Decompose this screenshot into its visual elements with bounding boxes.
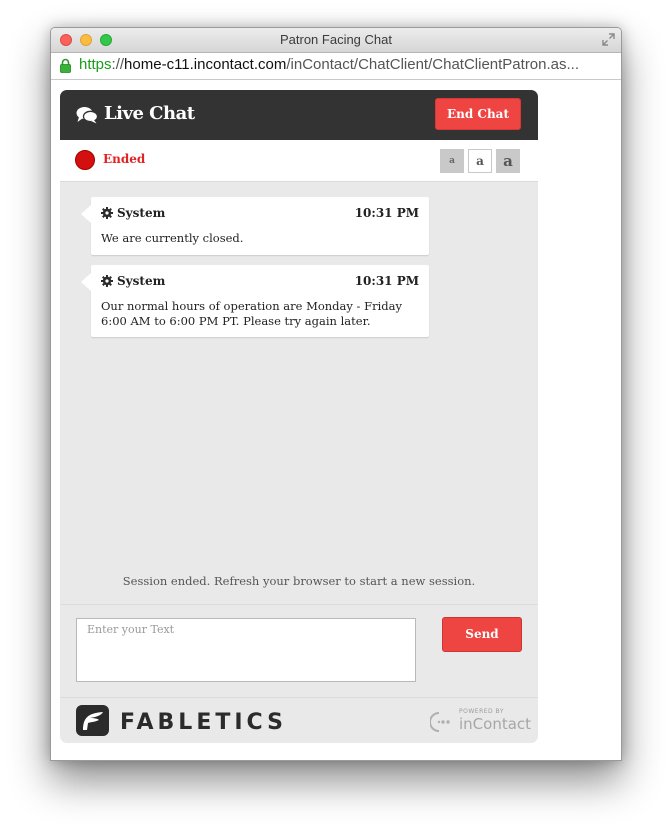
chat-header: Live Chat End Chat	[60, 90, 538, 140]
url-separator: ://	[111, 56, 125, 73]
message-input[interactable]	[76, 618, 416, 682]
font-size-small-button[interactable]: a	[440, 149, 464, 173]
message-bubble: System 10:31 PM We are currently closed.	[81, 197, 429, 255]
chat-widget: Live Chat End Chat Ended a a a System 10…	[60, 90, 538, 743]
font-size-large-button[interactable]: a	[496, 149, 520, 173]
send-button[interactable]: Send	[442, 617, 522, 652]
end-chat-button[interactable]: End Chat	[435, 98, 521, 130]
message-sender: System	[117, 274, 166, 288]
status-indicator	[75, 150, 95, 170]
brand-name: FABLETICS	[120, 710, 287, 735]
message-time: 10:31 PM	[354, 206, 419, 220]
window-title: Patron Facing Chat	[279, 32, 392, 47]
gear-icon	[101, 275, 113, 287]
message-time: 10:31 PM	[354, 274, 419, 288]
chat-title: Live Chat	[104, 103, 195, 124]
chat-bubbles-icon	[76, 107, 98, 124]
url-bar[interactable]: https://home-c11.incontact.com/inContact…	[51, 53, 621, 80]
incontact-logo-icon	[430, 712, 450, 732]
lock-icon	[60, 58, 71, 73]
chat-footer: FABLETICS POWERED BY inContact	[60, 697, 538, 743]
powered-by-label: POWERED BY	[459, 708, 505, 715]
message-header: System 10:31 PM	[101, 206, 419, 222]
message-text: Our normal hours of operation are Monday…	[101, 299, 402, 328]
browser-window: Patron Facing Chat https://home-c11.inco…	[50, 27, 622, 761]
title-bar: Patron Facing Chat	[51, 28, 621, 53]
gear-icon	[101, 207, 113, 219]
message-header: System 10:31 PM	[101, 274, 419, 290]
fabletics-logo-icon	[76, 705, 109, 736]
fullscreen-icon[interactable]	[602, 33, 615, 46]
message-text: We are currently closed.	[101, 231, 244, 245]
status-text: Ended	[103, 152, 146, 166]
url-path: /inContact/ChatClient/ChatClientPatron.a…	[286, 56, 580, 73]
font-size-medium-button[interactable]: a	[468, 149, 492, 173]
url-scheme: https	[79, 56, 112, 73]
url-host: home-c11.incontact.com	[124, 56, 287, 73]
status-bar: Ended a a a	[60, 140, 538, 182]
message-bubble: System 10:31 PM Our normal hours of oper…	[81, 265, 429, 337]
message-list[interactable]: System 10:31 PM We are currently closed.	[60, 182, 538, 604]
url-text[interactable]: https://home-c11.incontact.com/inContact…	[79, 56, 609, 73]
powered-by-name: inContact	[459, 715, 532, 733]
message-sender: System	[117, 206, 166, 220]
message-composer: Send	[60, 604, 538, 698]
session-ended-notice: Session ended. Refresh your browser to s…	[122, 574, 476, 588]
